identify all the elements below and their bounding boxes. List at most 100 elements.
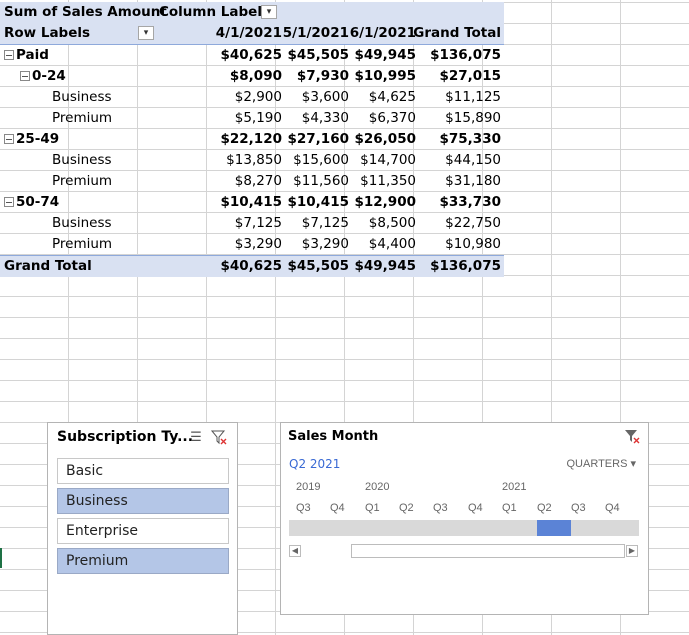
chevron-down-icon: ▾ (630, 458, 636, 470)
value-cell: $4,625 (368, 89, 416, 105)
value-cell: $22,120 (220, 131, 283, 147)
pivot-row-detail: Business $2,900 $3,600 $4,625 $11,125 (0, 87, 504, 108)
row-label: Premium (52, 236, 113, 252)
value-cell: $12,900 (354, 194, 417, 210)
slicer-item-basic[interactable]: Basic (57, 458, 229, 484)
value-cell: $33,730 (439, 194, 502, 210)
value-cell: $44,150 (445, 152, 501, 168)
quarter-label: Q2 (399, 502, 414, 514)
collapse-icon[interactable] (20, 71, 30, 81)
value-cell: $7,930 (296, 68, 349, 84)
quarter-label: Q4 (605, 502, 620, 514)
value-cell: $26,050 (354, 131, 417, 147)
quarter-label: Q2 (537, 502, 552, 514)
value-cell: $136,075 (430, 258, 501, 274)
value-cell: $10,415 (287, 194, 350, 210)
pivot-row-detail: Premium $3,290 $3,290 $4,400 $10,980 (0, 234, 504, 255)
value-cell: $4,330 (301, 110, 349, 126)
column-filter-icon[interactable]: ▾ (261, 5, 277, 19)
row-label: Paid (16, 47, 49, 63)
value-cell: $8,270 (234, 173, 282, 189)
value-cell: $27,160 (287, 131, 350, 147)
quarter-label: Q3 (433, 502, 448, 514)
multi-select-icon[interactable]: ☰ (187, 429, 205, 445)
quarter-label: Q4 (468, 502, 483, 514)
value-cell: $15,890 (445, 110, 501, 126)
value-cell: $3,290 (301, 236, 349, 252)
collapse-icon[interactable] (4, 197, 14, 207)
value-cell: $27,015 (439, 68, 502, 84)
row-label: Premium (52, 173, 113, 189)
pivot-title: Sum of Sales Amount (4, 4, 167, 20)
row-labels-header: Row Labels (4, 25, 91, 41)
timeline-bar[interactable] (289, 520, 537, 536)
year-label: 2020 (365, 481, 390, 493)
value-cell: $2,900 (234, 89, 282, 105)
value-cell: $11,125 (445, 89, 501, 105)
time-level-dropdown[interactable]: QUARTERS ▾ (566, 457, 636, 470)
value-cell: $40,625 (220, 258, 283, 274)
column-header: 6/1/2021 (349, 25, 416, 41)
sales-month-timeline[interactable]: Sales Month Q2 2021 QUARTERS ▾ 2019 2020… (280, 422, 649, 615)
value-cell: $45,505 (287, 47, 350, 63)
time-level-label: QUARTERS (566, 458, 628, 470)
value-cell: $3,290 (234, 236, 282, 252)
timeline-scrollbar-thumb[interactable] (351, 544, 625, 558)
clear-filter-icon[interactable] (210, 429, 228, 445)
pivot-row-paid: Paid $40,625 $45,505 $49,945 $136,075 (0, 45, 504, 66)
row-label: Premium (52, 110, 113, 126)
slicer-item-premium[interactable]: Premium (57, 548, 229, 574)
grand-total-label: Grand Total (4, 258, 92, 274)
collapse-icon[interactable] (4, 50, 14, 60)
value-cell: $7,125 (234, 215, 282, 231)
pivot-row-detail: Business $13,850 $15,600 $14,700 $44,150 (0, 150, 504, 171)
value-cell: $8,500 (368, 215, 416, 231)
quarter-label: Q1 (365, 502, 380, 514)
pivot-row-age-group: 0-24 $8,090 $7,930 $10,995 $27,015 (0, 66, 504, 87)
row-label: Business (52, 89, 112, 105)
clear-filter-icon[interactable] (624, 428, 640, 447)
row-label: 0-24 (32, 68, 66, 84)
value-cell: $10,995 (354, 68, 417, 84)
value-cell: $49,945 (354, 258, 417, 274)
row-label: 25-49 (16, 131, 60, 147)
value-cell: $75,330 (439, 131, 502, 147)
value-cell: $10,980 (445, 236, 501, 252)
quarter-label: Q3 (571, 502, 586, 514)
value-cell: $13,850 (226, 152, 282, 168)
row-label: 50-74 (16, 194, 60, 210)
column-labels-header: Column Labels (159, 4, 270, 20)
selected-period-label: Q2 2021 (289, 457, 341, 471)
pivot-row-detail: Premium $5,190 $4,330 $6,370 $15,890 (0, 108, 504, 129)
pivot-row-age-group: 50-74 $10,415 $10,415 $12,900 $33,730 (0, 192, 504, 213)
row-filter-icon[interactable]: ▾ (138, 26, 154, 40)
value-cell: $31,180 (445, 173, 501, 189)
quarter-label: Q4 (330, 502, 345, 514)
value-cell: $22,750 (445, 215, 501, 231)
value-cell: $15,600 (293, 152, 349, 168)
pivot-row-detail: Business $7,125 $7,125 $8,500 $22,750 (0, 213, 504, 234)
pivot-header-row-2: Row Labels ▾ 4/1/2021 5/1/2021 6/1/2021 … (0, 23, 504, 45)
column-header: Grand Total (413, 25, 501, 41)
row-label: Business (52, 215, 112, 231)
subscription-type-slicer[interactable]: Subscription Ty... ☰ Basic Business Ente… (47, 422, 238, 635)
column-header: 4/1/2021 (215, 25, 282, 41)
value-cell: $11,560 (293, 173, 349, 189)
scroll-left-button[interactable]: ◀ (289, 545, 301, 557)
quarter-label: Q3 (296, 502, 311, 514)
timeline-selected-quarter[interactable] (537, 520, 571, 536)
slicer-item-business[interactable]: Business (57, 488, 229, 514)
value-cell: $3,600 (301, 89, 349, 105)
slicer-title: Subscription Ty... (57, 429, 194, 445)
collapse-icon[interactable] (4, 134, 14, 144)
row-selection-marker (0, 548, 2, 568)
pivot-table: Sum of Sales Amount Column Labels ▾ Row … (0, 2, 504, 277)
scroll-right-button[interactable]: ▶ (626, 545, 638, 557)
quarter-label: Q1 (502, 502, 517, 514)
timeline-bar[interactable] (571, 520, 639, 536)
slicer-item-enterprise[interactable]: Enterprise (57, 518, 229, 544)
value-cell: $45,505 (287, 258, 350, 274)
value-cell: $5,190 (234, 110, 282, 126)
value-cell: $7,125 (301, 215, 349, 231)
pivot-row-age-group: 25-49 $22,120 $27,160 $26,050 $75,330 (0, 129, 504, 150)
